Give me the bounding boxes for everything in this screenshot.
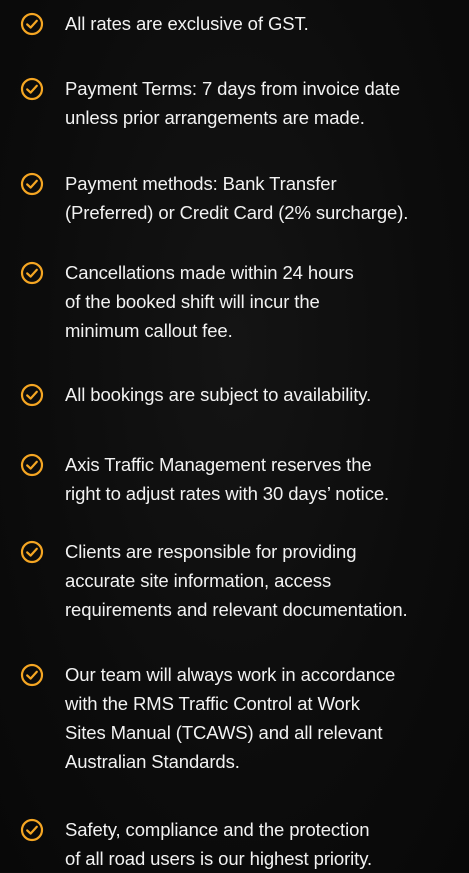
check-circle-icon bbox=[20, 383, 44, 407]
term-text: Our team will always work in accordance … bbox=[65, 660, 465, 776]
term-line: with the RMS Traffic Control at Work bbox=[65, 693, 360, 714]
check-circle-icon bbox=[20, 453, 44, 477]
term-line: of all road users is our highest priorit… bbox=[65, 848, 373, 869]
term-text: Payment Terms: 7 days from invoice date … bbox=[65, 74, 465, 132]
check-circle-icon bbox=[20, 77, 44, 101]
term-line: accurate site information, access bbox=[65, 570, 332, 591]
term-text: Axis Traffic Management reserves the rig… bbox=[65, 450, 465, 508]
term-line: minimum callout fee. bbox=[65, 320, 233, 341]
term-text: Cancellations made within 24 hours of th… bbox=[65, 258, 465, 345]
term-line: requirements and relevant documentation. bbox=[65, 599, 408, 620]
term-line: Clients are responsible for providing bbox=[65, 541, 357, 562]
check-circle-icon bbox=[20, 663, 44, 687]
term-line: unless prior arrangements are made. bbox=[65, 107, 365, 128]
term-line: Axis Traffic Management reserves the bbox=[65, 454, 372, 475]
term-line: Cancellations made within 24 hours bbox=[65, 262, 354, 283]
term-line: Payment Terms: 7 days from invoice date bbox=[65, 78, 401, 99]
term-line: Australian Standards. bbox=[65, 751, 240, 772]
term-line: of the booked shift will incur the bbox=[65, 291, 320, 312]
term-line: Our team will always work in accordance bbox=[65, 664, 396, 685]
term-text: Payment methods: Bank Transfer (Preferre… bbox=[65, 169, 465, 227]
check-circle-icon bbox=[20, 818, 44, 842]
term-text: All bookings are subject to availability… bbox=[65, 380, 465, 409]
term-line: All rates are exclusive of GST. bbox=[65, 13, 309, 34]
terms-list: All rates are exclusive of GST. Payment … bbox=[0, 0, 469, 872]
term-text: All rates are exclusive of GST. bbox=[65, 9, 465, 38]
term-line: All bookings are subject to availability… bbox=[65, 384, 372, 405]
term-line: (Preferred) or Credit Card (2% surcharge… bbox=[65, 202, 409, 223]
term-text: Safety, compliance and the protection of… bbox=[65, 815, 465, 873]
check-circle-icon bbox=[20, 172, 44, 196]
term-line: right to adjust rates with 30 days’ noti… bbox=[65, 483, 390, 504]
term-line: Sites Manual (TCAWS) and all relevant bbox=[65, 722, 383, 743]
check-circle-icon bbox=[20, 261, 44, 285]
term-text: Clients are responsible for providing ac… bbox=[65, 537, 465, 624]
check-circle-icon bbox=[20, 12, 44, 36]
term-line: Payment methods: Bank Transfer bbox=[65, 173, 337, 194]
term-line: Safety, compliance and the protection bbox=[65, 819, 370, 840]
check-circle-icon bbox=[20, 540, 44, 564]
